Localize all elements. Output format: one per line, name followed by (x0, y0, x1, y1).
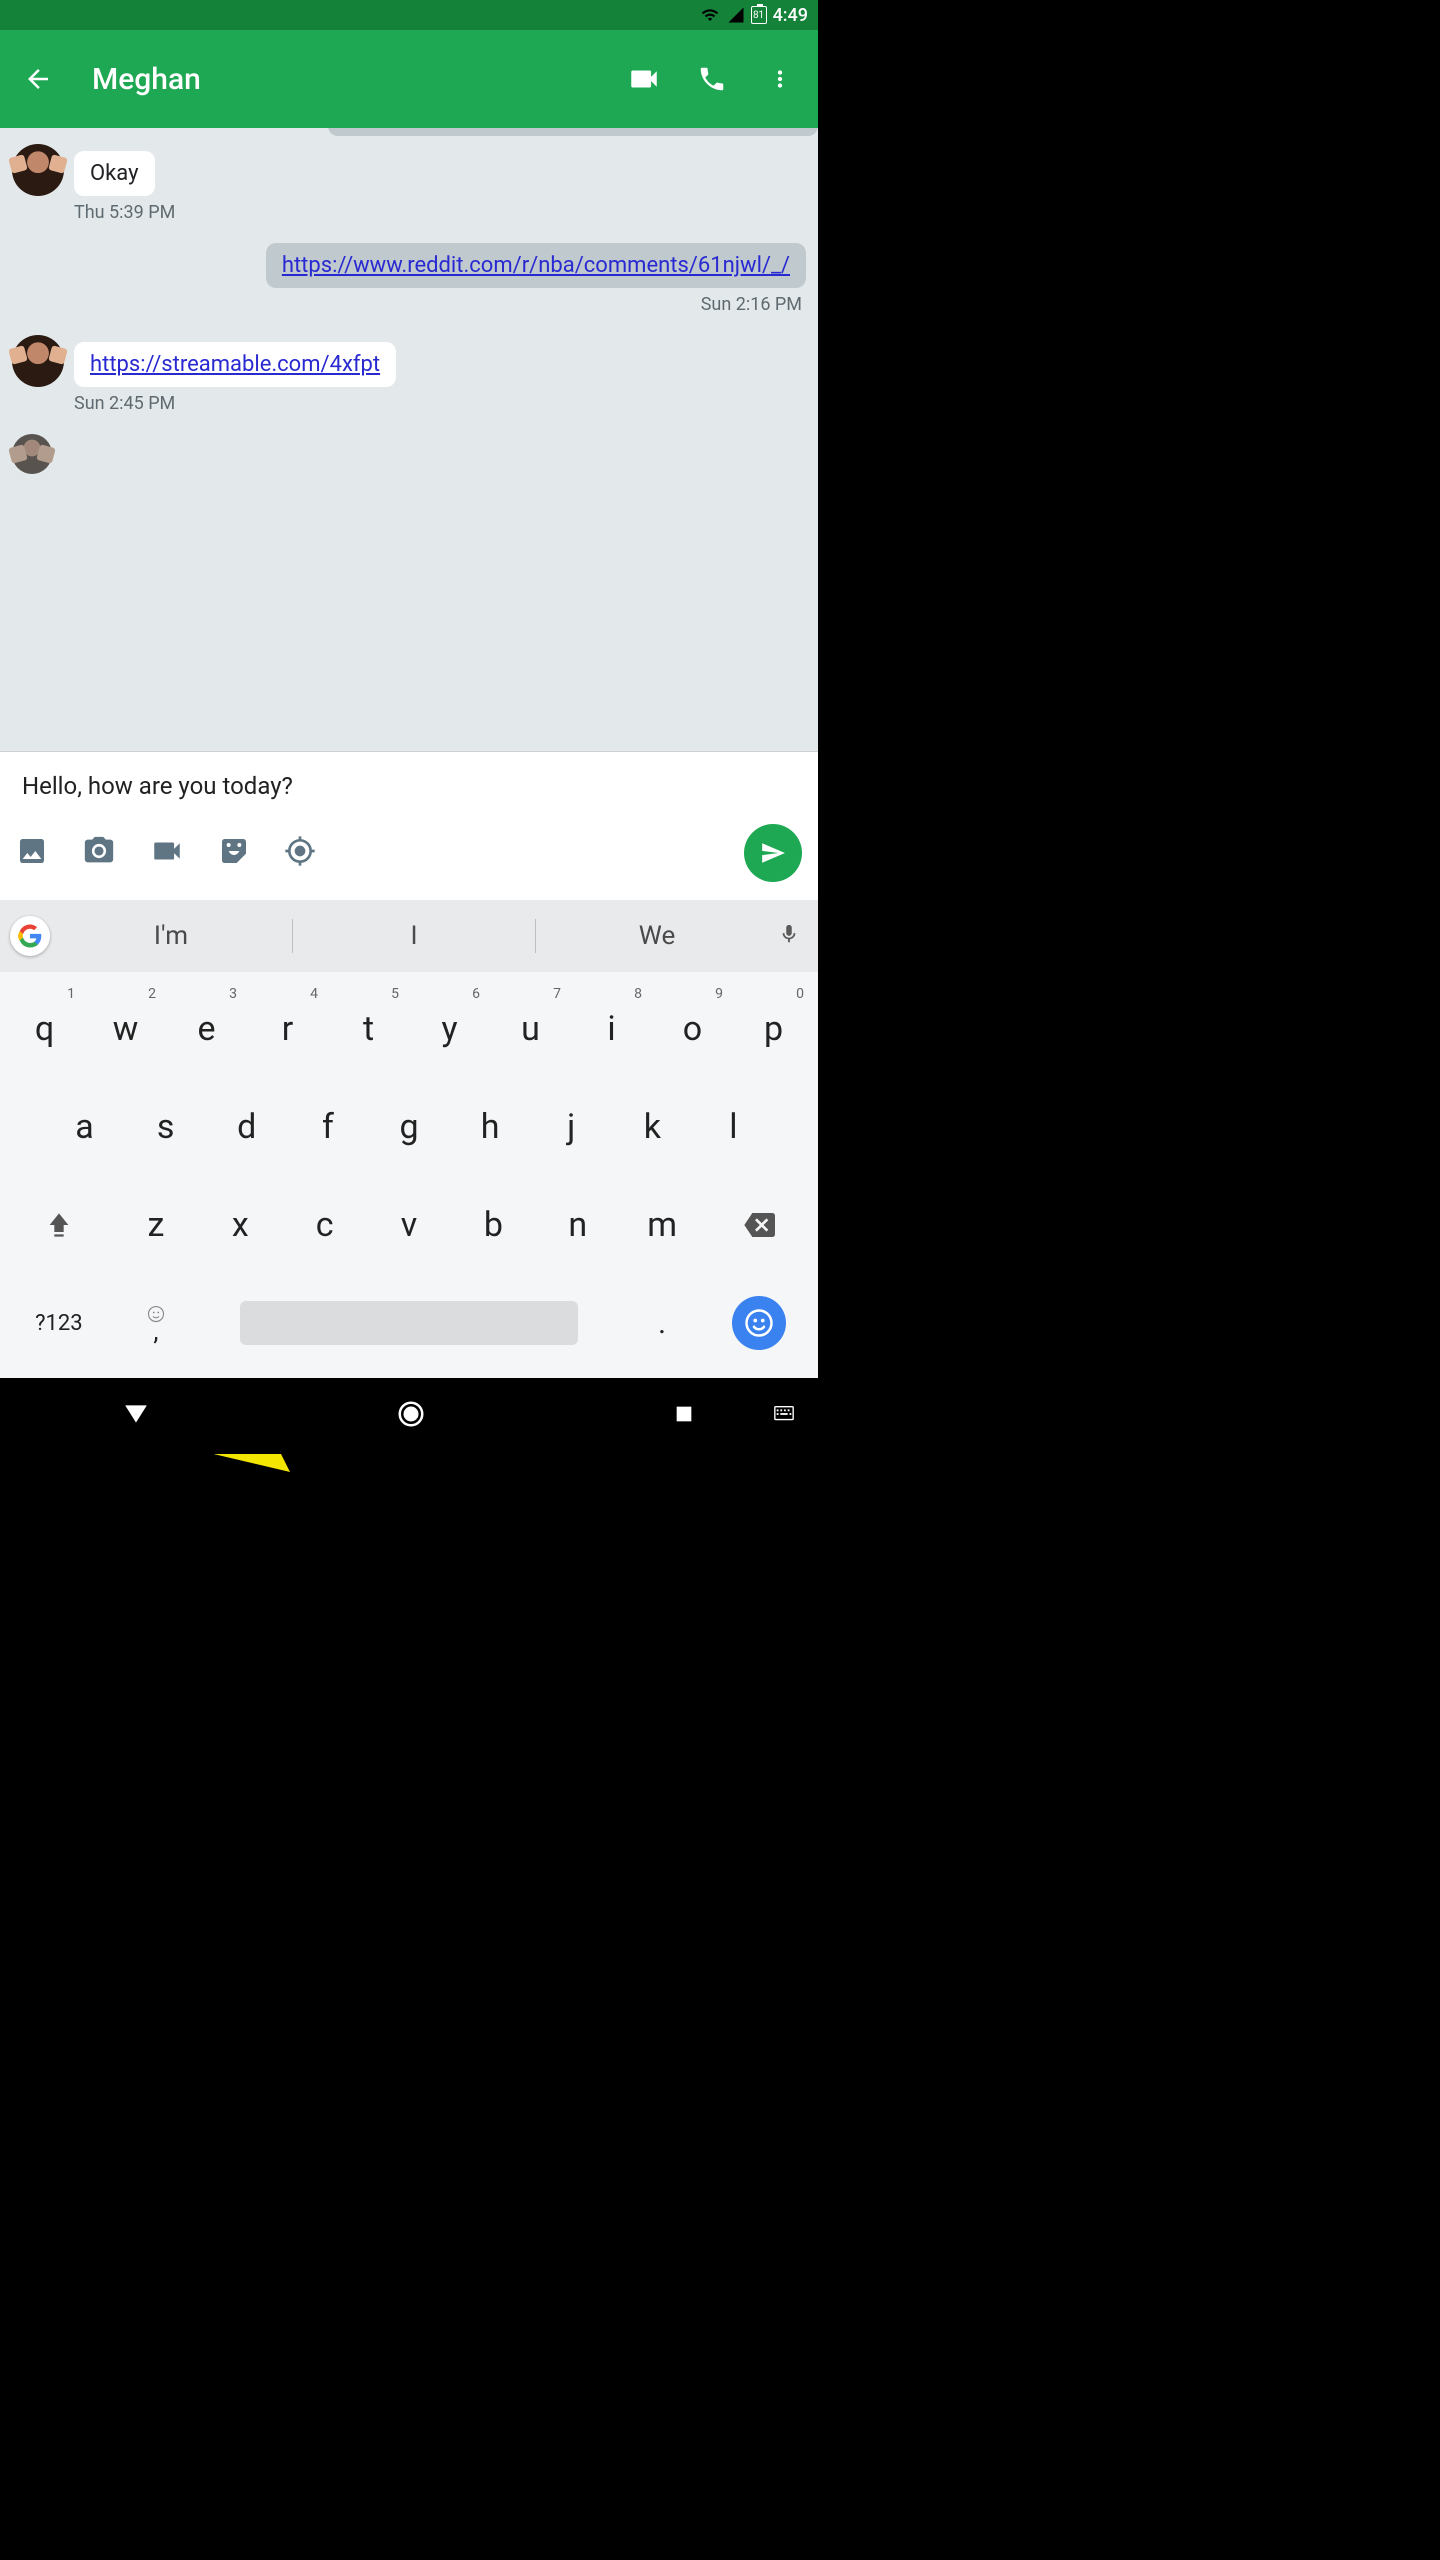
nav-recents-button[interactable] (673, 1403, 695, 1429)
voice-call-button[interactable] (690, 57, 734, 101)
key-o[interactable]: o9 (652, 980, 733, 1078)
space-key[interactable] (198, 1274, 620, 1372)
message-link[interactable]: https://www.reddit.com/r/nba/comments/61… (282, 253, 790, 278)
voice-input-button[interactable] (778, 920, 808, 952)
nav-back-button[interactable] (123, 1401, 149, 1431)
sticker-button[interactable] (218, 835, 250, 871)
key-w[interactable]: w2 (85, 980, 166, 1078)
key-d[interactable]: d (206, 1078, 287, 1176)
message-bubble[interactable]: Okay (74, 151, 155, 196)
key-g[interactable]: g (368, 1078, 449, 1176)
key-m[interactable]: m (620, 1176, 704, 1274)
compose-area: Hello, how are you today? (0, 751, 818, 900)
period-key[interactable]: . (620, 1274, 704, 1372)
message-input[interactable]: Hello, how are you today? (0, 752, 818, 824)
key-s[interactable]: s (125, 1078, 206, 1176)
system-nav-bar (0, 1378, 818, 1454)
gallery-button[interactable] (16, 835, 48, 871)
message-bubble[interactable]: https://streamable.com/4xfpt (74, 342, 396, 387)
key-x[interactable]: x (198, 1176, 282, 1274)
cell-signal-icon (727, 6, 745, 24)
key-t[interactable]: t5 (328, 980, 409, 1078)
suggestion-word[interactable]: I (293, 921, 535, 951)
video-call-button[interactable] (622, 57, 666, 101)
key-k[interactable]: k (612, 1078, 693, 1176)
wifi-icon (699, 6, 721, 24)
key-b[interactable]: b (451, 1176, 535, 1274)
overflow-menu-button[interactable] (758, 57, 802, 101)
symbols-key[interactable]: ?123 (4, 1274, 114, 1372)
camera-button[interactable] (82, 834, 116, 872)
key-f[interactable]: f (287, 1078, 368, 1176)
message-timestamp: Sun 2:16 PM (12, 294, 802, 315)
key-r[interactable]: r4 (247, 980, 328, 1078)
message-row-outgoing: https://www.reddit.com/r/nba/comments/61… (12, 243, 806, 288)
soft-keyboard: I'm I We q1 w2 e3 r4 t5 y6 u7 i8 o9 p0 a (0, 900, 818, 1378)
shift-key[interactable] (4, 1176, 114, 1274)
message-row-incoming: https://streamable.com/4xfpt (12, 335, 806, 387)
key-row: z x c v b n m (4, 1176, 814, 1274)
message-bubble-partial (328, 128, 818, 136)
suggestion-word[interactable]: We (536, 921, 778, 951)
clock: 4:49 (773, 5, 808, 26)
contact-title[interactable]: Meghan (92, 62, 598, 97)
key-i[interactable]: i8 (571, 980, 652, 1078)
key-v[interactable]: v (367, 1176, 451, 1274)
google-search-button[interactable] (10, 916, 50, 956)
nav-home-button[interactable] (396, 1399, 426, 1433)
contact-avatar[interactable] (12, 144, 64, 196)
message-timestamp: Sun 2:45 PM (74, 393, 806, 414)
comma-key[interactable]: , (114, 1274, 198, 1372)
backspace-key[interactable] (704, 1176, 814, 1274)
back-button[interactable] (16, 57, 60, 101)
key-q[interactable]: q1 (4, 980, 85, 1078)
nav-keyboard-toggle[interactable] (770, 1403, 798, 1429)
battery-icon: 81 (751, 6, 767, 24)
suggestion-bar: I'm I We (0, 900, 818, 972)
key-a[interactable]: a (44, 1078, 125, 1176)
key-row: a s d f g h j k l (4, 1078, 814, 1176)
message-row-incoming: Okay (12, 144, 806, 196)
app-bar: Meghan (0, 30, 818, 128)
typing-avatar (12, 434, 52, 474)
key-y[interactable]: y6 (409, 980, 490, 1078)
key-h[interactable]: h (450, 1078, 531, 1176)
emoji-key[interactable] (704, 1274, 814, 1372)
message-timestamp: Thu 5:39 PM (74, 202, 806, 223)
key-l[interactable]: l (693, 1078, 774, 1176)
message-link[interactable]: https://streamable.com/4xfpt (90, 352, 380, 377)
video-attach-button[interactable] (150, 834, 184, 872)
key-p[interactable]: p0 (733, 980, 814, 1078)
key-row: ?123 , . (4, 1274, 814, 1372)
send-button[interactable] (744, 824, 802, 882)
location-button[interactable] (284, 835, 316, 871)
message-bubble[interactable]: https://www.reddit.com/r/nba/comments/61… (266, 243, 806, 288)
key-u[interactable]: u7 (490, 980, 571, 1078)
key-j[interactable]: j (531, 1078, 612, 1176)
key-n[interactable]: n (536, 1176, 620, 1274)
key-e[interactable]: e3 (166, 980, 247, 1078)
status-bar: 81 4:49 (0, 0, 818, 30)
suggestion-word[interactable]: I'm (50, 921, 292, 951)
key-row: q1 w2 e3 r4 t5 y6 u7 i8 o9 p0 (4, 980, 814, 1078)
contact-avatar[interactable] (12, 335, 64, 387)
key-c[interactable]: c (282, 1176, 366, 1274)
key-z[interactable]: z (114, 1176, 198, 1274)
chat-thread[interactable]: Okay Thu 5:39 PM https://www.reddit.com/… (0, 128, 818, 751)
